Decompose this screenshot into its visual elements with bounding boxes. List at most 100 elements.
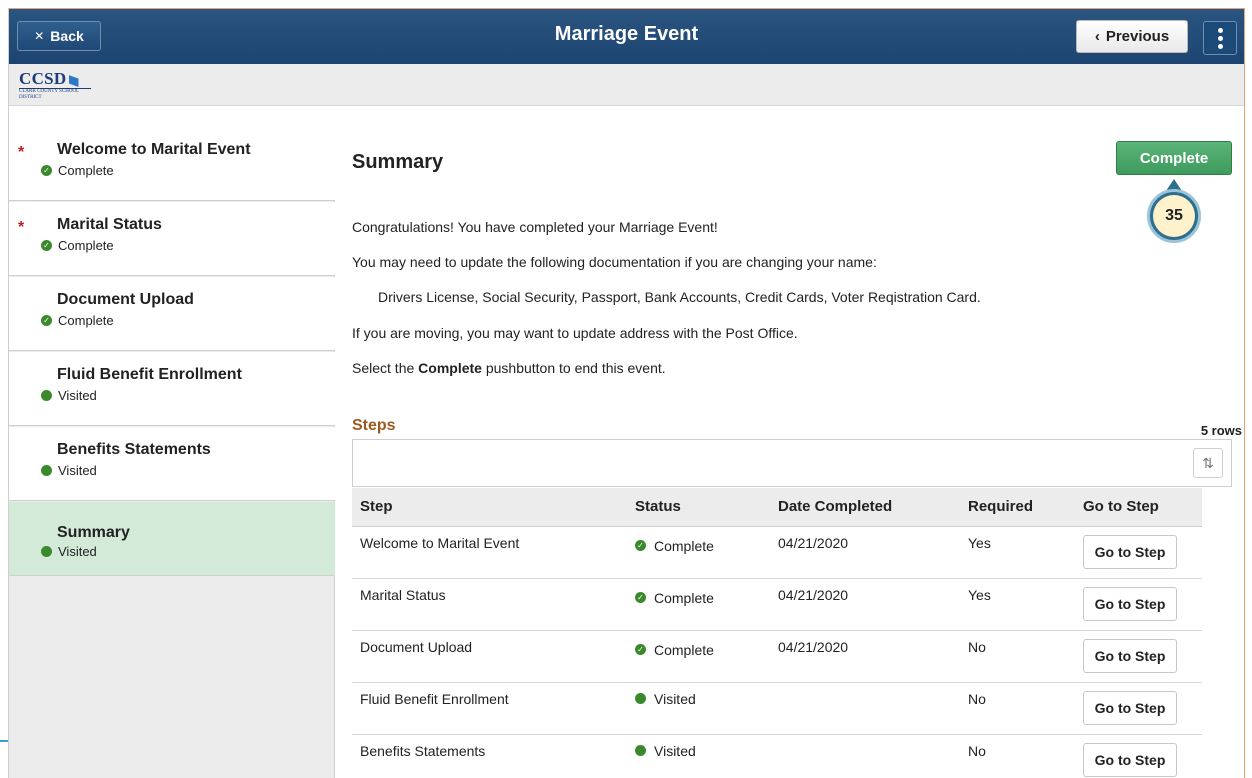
status-text: Visited [58,463,97,478]
required-star-icon: * [18,219,25,236]
check-circle-icon: ✓ [635,540,646,551]
cell-date [770,734,960,778]
logo-subtext: CLARK COUNTY SCHOOL DISTRICT [19,88,91,101]
sidebar-item-status: ✓ Complete [41,313,114,328]
doc-list-text: Drivers License, Social Security, Passpo… [378,289,981,305]
instruction-bold: Complete [418,360,482,376]
sidebar-item-label: Marital Status [57,216,162,233]
status-text: Complete [654,537,714,554]
go-to-step-button[interactable]: Go to Step [1083,638,1177,673]
status-text: Visited [654,742,696,759]
sidebar-item-label: Welcome to Marital Event [57,141,251,158]
visited-dot-icon [41,546,52,557]
sidebar-item-label: Benefits Statements [57,441,211,458]
cell-goto: Go to Step [1075,734,1202,778]
previous-label: Previous [1105,28,1170,45]
rows-count: 5 rows [1200,423,1242,438]
cell-status: Visited [627,682,770,735]
sidebar-item-label: Document Upload [57,291,194,308]
status-text: Visited [58,544,97,559]
previous-button[interactable]: ‹ Previous [1076,20,1188,53]
more-options-button[interactable] [1203,21,1237,55]
status-text: Complete [654,641,714,658]
column-header-status[interactable]: Status [627,488,770,527]
cell-goto: Go to Step [1075,682,1202,735]
logo-strip: CCSD CLARK COUNTY SCHOOL DISTRICT [9,64,1244,106]
table-row: Benefits Statements Visited No Go to Ste… [352,734,1202,778]
cell-status: ✓ Complete [627,526,770,579]
grid-toolbar: ⇅ [352,439,1232,487]
cell-date: 04/21/2020 [770,578,960,631]
sidebar-item-status: Visited [41,463,97,478]
complete-button[interactable]: Complete [1116,141,1232,175]
column-header-step[interactable]: Step [352,488,627,527]
instruction-suffix: pushbutton to end this event. [481,360,666,376]
cell-goto: Go to Step [1075,526,1202,579]
sidebar-item-status: ✓ Complete [41,238,114,253]
required-star-icon: * [18,144,25,161]
cell-required: No [960,734,1075,778]
table-row: Document Upload ✓ Complete 04/21/2020 No … [352,630,1202,683]
cell-required: Yes [960,578,1075,631]
status-text: Visited [654,690,696,707]
cell-status: Visited [627,734,770,778]
main-content: Summary Complete 35 Congratulations! You… [336,127,1244,778]
check-circle-icon: ✓ [635,644,646,655]
check-circle-icon: ✓ [41,165,52,176]
cell-goto: Go to Step [1075,630,1202,683]
sidebar-item-summary[interactable]: Summary Visited [9,502,335,576]
steps-sidebar: * Welcome to Marital Event ✓ Complete * … [9,127,335,778]
chevron-left-icon: ‹ [1094,28,1100,45]
cell-step: Document Upload [352,630,627,683]
select-instruction: Select the Complete pushbutton to end th… [352,360,666,376]
page-title: Summary [352,151,444,173]
go-to-step-button[interactable]: Go to Step [1083,586,1177,621]
sidebar-item-fluid-benefit[interactable]: Fluid Benefit Enrollment Visited [9,352,335,426]
cell-required: No [960,682,1075,735]
status-text: Complete [654,589,714,606]
header-bar: ✕ Back Marriage Event ‹ Previous [9,9,1244,64]
cell-step: Fluid Benefit Enrollment [352,682,627,735]
congrats-text: Congratulations! You have completed your… [352,219,718,235]
sidebar-item-marital-status[interactable]: * Marital Status ✓ Complete [9,202,335,276]
sort-button[interactable]: ⇅ [1193,448,1223,478]
go-to-step-button[interactable]: Go to Step [1083,534,1177,569]
steps-grid-label: Steps [352,417,396,434]
logo-flag-icon [68,75,79,87]
update-docs-text: You may need to update the following doc… [352,254,877,270]
status-text: Complete [58,163,114,178]
visited-dot-icon [635,693,646,704]
table-row: Fluid Benefit Enrollment Visited No Go t… [352,682,1202,735]
ccsd-logo: CCSD CLARK COUNTY SCHOOL DISTRICT [19,70,91,100]
cell-required: No [960,630,1075,683]
check-circle-icon: ✓ [635,592,646,603]
cell-step: Welcome to Marital Event [352,526,627,579]
page-header-title: Marriage Event [554,23,699,45]
kebab-dot-icon [1217,27,1223,33]
sidebar-item-welcome[interactable]: * Welcome to Marital Event ✓ Complete [9,127,335,201]
cell-step: Benefits Statements [352,734,627,778]
column-header-date[interactable]: Date Completed [770,488,960,527]
cell-status: ✓ Complete [627,578,770,631]
sidebar-item-label: Summary [57,524,130,541]
sidebar-item-status: ✓ Complete [41,163,114,178]
sidebar-item-benefits-statements[interactable]: Benefits Statements Visited [9,427,335,501]
visited-dot-icon [635,745,646,756]
go-to-step-button[interactable]: Go to Step [1083,742,1177,777]
check-circle-icon: ✓ [41,315,52,326]
table-row: Welcome to Marital Event ✓ Complete 04/21… [352,526,1202,579]
sort-arrows-icon: ⇅ [1202,454,1214,471]
cell-date: 04/21/2020 [770,526,960,579]
visited-dot-icon [41,390,52,401]
sidebar-item-document-upload[interactable]: Document Upload ✓ Complete [9,277,335,351]
left-edge-accent [0,740,8,742]
steps-table: Step Status Date Completed Required Go t… [352,488,1202,778]
app-frame: ✕ Back Marriage Event ‹ Previous CCSD CL… [8,8,1245,778]
go-to-step-button[interactable]: Go to Step [1083,690,1177,725]
sidebar-item-status: Visited [41,388,97,403]
status-text: Complete [58,313,114,328]
column-header-required[interactable]: Required [960,488,1075,527]
status-text: Visited [58,388,97,403]
column-header-goto: Go to Step [1075,488,1202,527]
cell-status: ✓ Complete [627,630,770,683]
